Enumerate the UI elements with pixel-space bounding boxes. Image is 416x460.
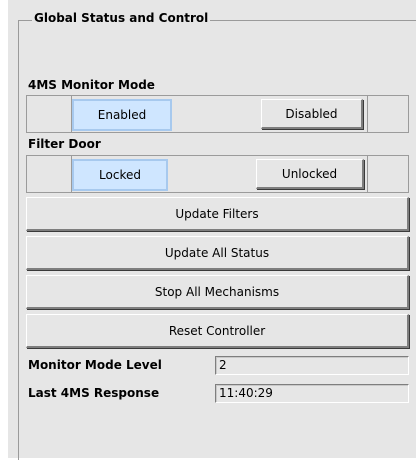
- monitor-mode-radio-group: Enabled Disabled: [26, 95, 409, 133]
- radio-divider: [367, 96, 368, 132]
- filter-unlocked-button[interactable]: Unlocked: [256, 159, 364, 189]
- monitor-mode-label: 4MS Monitor Mode: [28, 78, 155, 92]
- group-title: Global Status and Control: [32, 11, 211, 25]
- last-response-label: Last 4MS Response: [28, 386, 160, 400]
- monitor-enabled-button[interactable]: Enabled: [72, 99, 172, 131]
- reset-controller-button[interactable]: Reset Controller: [26, 314, 409, 348]
- monitor-mode-level-label: Monitor Mode Level: [28, 358, 162, 372]
- filter-locked-button[interactable]: Locked: [72, 159, 168, 191]
- radio-divider: [367, 156, 368, 192]
- monitor-disabled-button[interactable]: Disabled: [261, 99, 363, 129]
- filter-door-label: Filter Door: [28, 137, 101, 151]
- update-all-status-button[interactable]: Update All Status: [26, 236, 409, 270]
- monitor-mode-level-field: 2: [215, 356, 409, 375]
- update-filters-button[interactable]: Update Filters: [26, 197, 409, 231]
- last-response-field: 11:40:29: [215, 384, 409, 403]
- stop-all-mechanisms-button[interactable]: Stop All Mechanisms: [26, 275, 409, 309]
- filter-door-radio-group: Locked Unlocked: [26, 155, 409, 193]
